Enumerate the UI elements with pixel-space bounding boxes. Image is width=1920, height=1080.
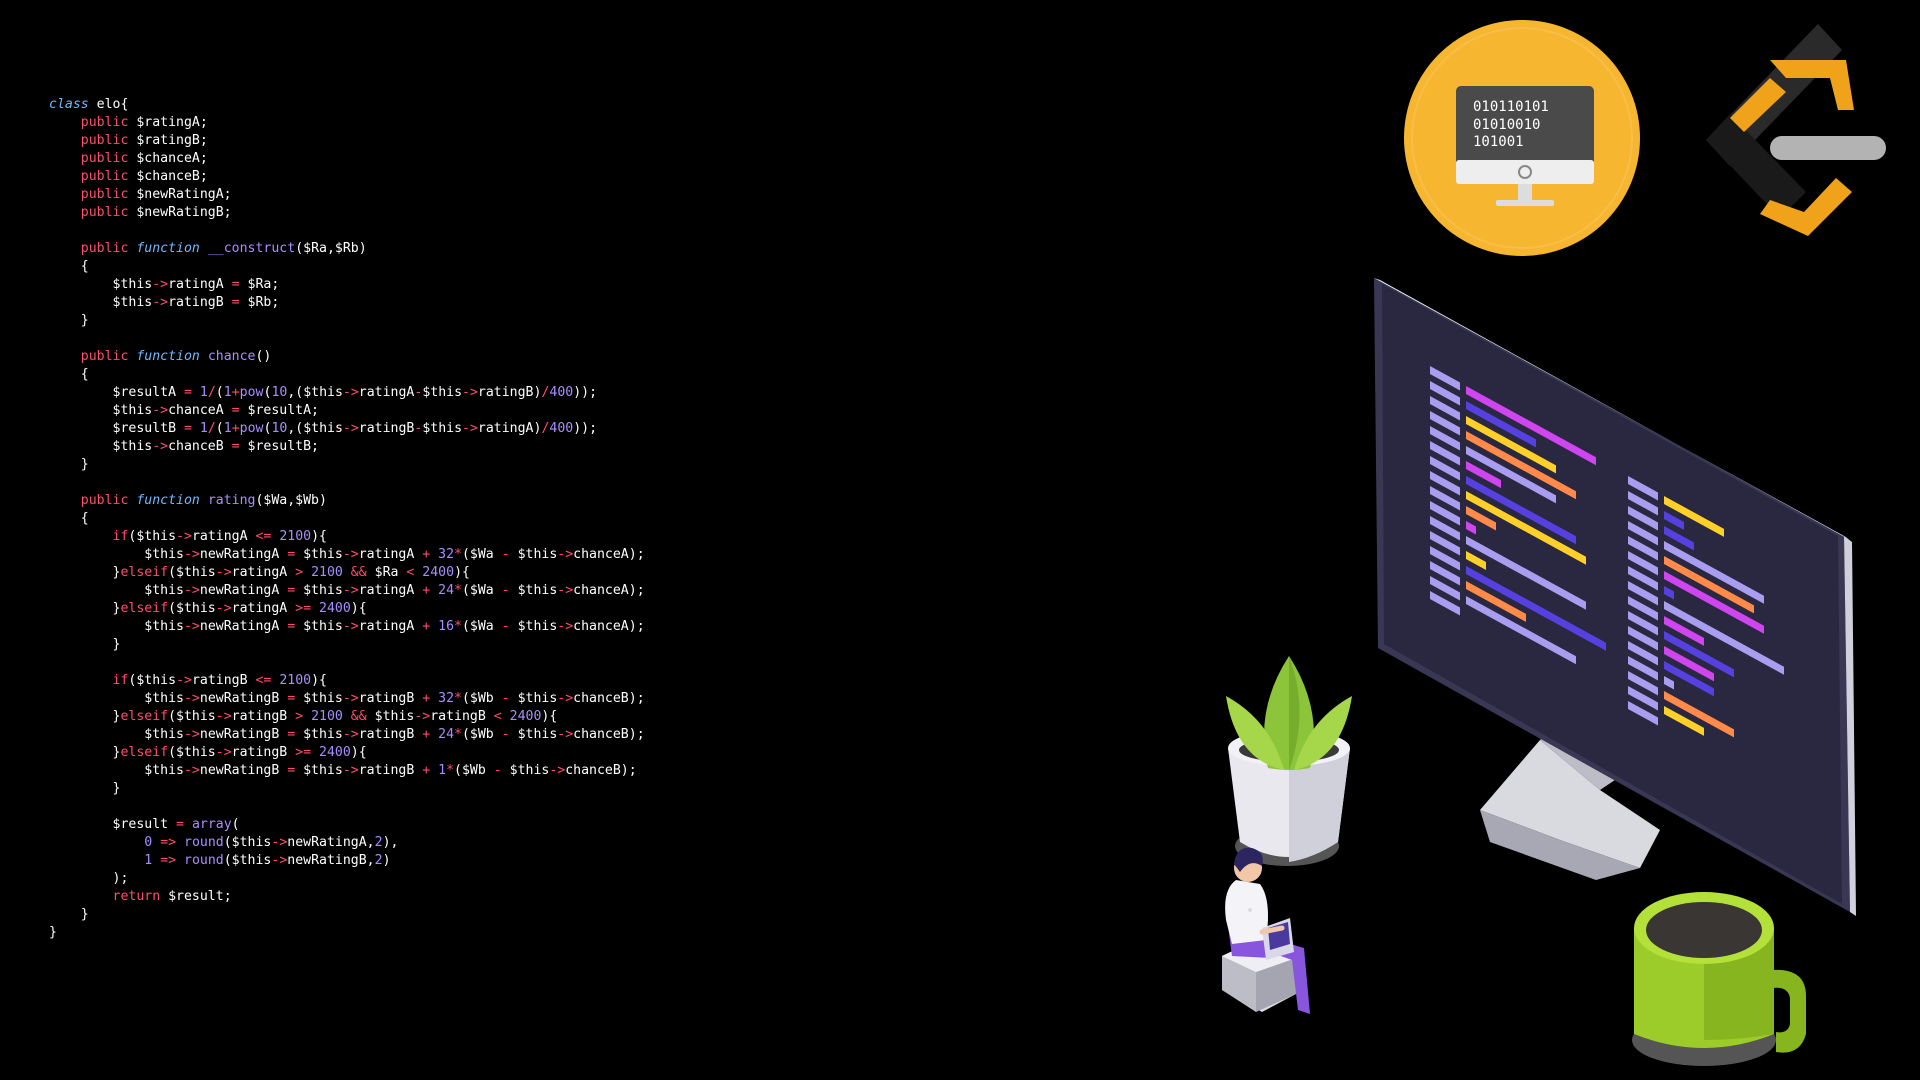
badge-line: 010110101 [1473, 99, 1549, 115]
monitor-icon [1374, 278, 1856, 916]
desktop-wallpaper: class elo{ public $ratingA; public $rati… [0, 0, 1920, 1080]
isometric-illustration: 010110101 01010010 101001 [1222, 20, 1886, 1066]
badge-line: 101001 [1473, 134, 1524, 150]
badge-line: 01010010 [1473, 117, 1540, 133]
coffee-mug-icon [1632, 892, 1806, 1066]
person-with-laptop-icon [1222, 847, 1310, 1014]
leetcode-logo-icon [1706, 24, 1886, 236]
binary-monitor-icon: 010110101 01010010 101001 [1404, 20, 1640, 256]
potted-plant-icon [1226, 656, 1352, 866]
